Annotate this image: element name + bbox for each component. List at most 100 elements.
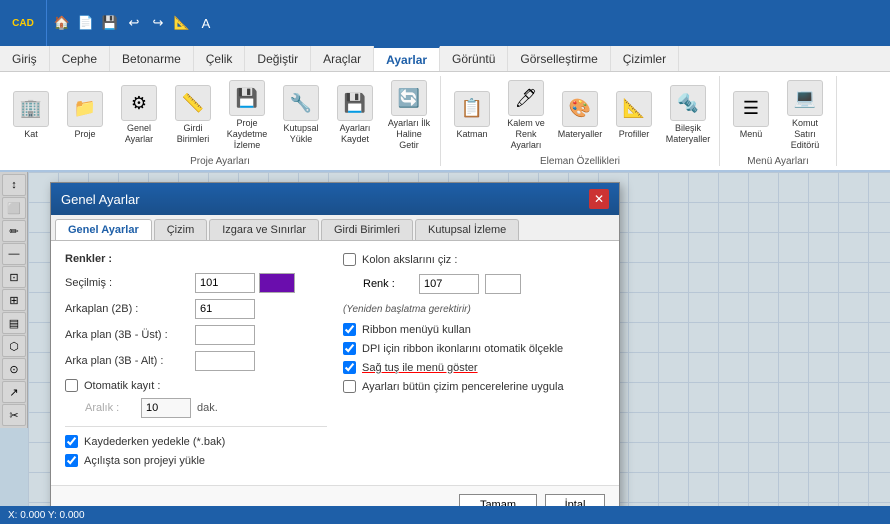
- tab-cephe[interactable]: Cephe: [50, 46, 110, 71]
- ilk-haline-getir-icon: 🔄: [391, 80, 427, 116]
- undo-icon[interactable]: ↩: [123, 12, 145, 34]
- ribbon-group-items: 🏢 Kat 📁 Proje ⚙ GenelAyarlar 📏 GirdiBiri…: [6, 78, 434, 152]
- ribbon-btn-kutupsal-yukle[interactable]: 🔧 KutupsalYükle: [276, 83, 326, 147]
- ayarlari-uygula-row: Ayarları bütün çizim pencerelerine uygul…: [343, 380, 605, 393]
- save-icon[interactable]: 💾: [99, 12, 121, 34]
- secilmis-color-box[interactable]: [259, 273, 295, 293]
- tab-araclar[interactable]: Araçlar: [311, 46, 374, 71]
- ribbon-btn-ayarlari-kaydet[interactable]: 💾 AyarlarıKaydet: [330, 83, 380, 147]
- dpi-ribbon-row: DPI için ribbon ikonlarını otomatik ölçe…: [343, 342, 605, 355]
- sag-tus-menu-checkbox[interactable]: [343, 361, 356, 374]
- kaydederken-yedekle-label: Kaydederken yedekle (*.bak): [84, 436, 225, 448]
- ribbon-btn-girdi-birimleri[interactable]: 📏 GirdiBirimleri: [168, 83, 218, 147]
- otomatik-kayit-label: Otomatik kayıt :: [84, 380, 160, 392]
- dialog-right-panel: Kolon akslarını çiz : Renk : (Yeniden ba…: [343, 253, 605, 473]
- kolon-row: Kolon akslarını çiz :: [343, 253, 605, 266]
- secilmis-row: Seçilmiş :: [65, 273, 327, 293]
- tab-cizimler[interactable]: Çizimler: [611, 46, 679, 71]
- arkaplan-2b-input[interactable]: [195, 299, 255, 319]
- kutupsal-yukle-label: KutupsalYükle: [283, 123, 318, 145]
- menu-ayarlari-group-label: Menü Ayarları: [747, 154, 809, 167]
- dialog-tab-cizim[interactable]: Çizim: [154, 219, 208, 240]
- ribbon-group-menu-ayarlari: ☰ Menü 💻 Komut SatırıEditörü Menü Ayarla…: [720, 76, 837, 166]
- kat-icon: 🏢: [13, 91, 49, 127]
- acilista-proje-label: Açılışta son projeyi yükle: [84, 455, 205, 467]
- acilista-proje-checkbox[interactable]: [65, 454, 78, 467]
- arkaplan-2b-row: Arkaplan (2B) :: [65, 299, 327, 319]
- home-icon[interactable]: 🏠: [51, 12, 73, 34]
- kat-label: Kat: [24, 129, 38, 140]
- kaydederken-yedekle-checkbox[interactable]: [65, 435, 78, 448]
- arkaplan-3b-ust-input[interactable]: [195, 325, 255, 345]
- eleman-ozellikleri-group-label: Eleman Özellikleri: [540, 154, 620, 167]
- coord-display: X: 0.000 Y: 0.000: [8, 510, 85, 521]
- tab-giris[interactable]: Giriş: [0, 46, 50, 71]
- dialog-tab-genel-ayarlar[interactable]: Genel Ayarlar: [55, 219, 152, 240]
- new-file-icon[interactable]: 📄: [75, 12, 97, 34]
- ribbon-btn-katman[interactable]: 📋 Katman: [447, 89, 497, 142]
- arkaplan-3b-alt-input[interactable]: [195, 351, 255, 371]
- redo-icon[interactable]: ↪: [147, 12, 169, 34]
- tab-degistir[interactable]: Değiştir: [245, 46, 311, 71]
- renk-color-box[interactable]: [485, 274, 521, 294]
- measure-icon[interactable]: 📐: [171, 12, 193, 34]
- ayarlari-kaydet-icon: 💾: [337, 85, 373, 121]
- dialog-tab-kutupsal-izleme[interactable]: Kutupsal İzleme: [415, 219, 519, 240]
- materyaller-icon: 🎨: [562, 91, 598, 127]
- profiller-icon: 📐: [616, 91, 652, 127]
- girdi-birimleri-icon: 📏: [175, 85, 211, 121]
- quick-access-toolbar: 🏠 📄 💾 ↩ ↪ 📐 A: [47, 12, 221, 34]
- dialog-tab-izgara[interactable]: Izgara ve Sınırlar: [209, 219, 319, 240]
- secilmis-input[interactable]: [195, 273, 255, 293]
- aralik-row: Aralık : dak.: [85, 398, 327, 418]
- ribbon-btn-komut-satiri[interactable]: 💻 Komut SatırıEditörü: [780, 78, 830, 152]
- tab-celik[interactable]: Çelik: [194, 46, 246, 71]
- arkaplan-2b-input-group: [195, 299, 255, 319]
- ribbon-btn-menu[interactable]: ☰ Menü: [726, 89, 776, 142]
- kalem-renk-label: Kalem veRenk Ayarları: [503, 118, 549, 150]
- ribbon-btn-profiller[interactable]: 📐 Profiller: [609, 89, 659, 142]
- tab-gorsellestime[interactable]: Görselleştirme: [508, 46, 610, 71]
- proje-icon: 📁: [67, 91, 103, 127]
- ribbon-btn-kalem-renk[interactable]: 🖊 Kalem veRenk Ayarları: [501, 78, 551, 152]
- dialog-titlebar: Genel Ayarlar ✕: [51, 183, 619, 215]
- tab-goruntu[interactable]: Görüntü: [440, 46, 508, 71]
- renk-input[interactable]: [419, 274, 479, 294]
- ribbon-btn-materyaller[interactable]: 🎨 Materyaller: [555, 89, 605, 142]
- coord-bar: X: 0.000 Y: 0.000: [0, 506, 890, 524]
- dialog-close-button[interactable]: ✕: [589, 189, 609, 209]
- tab-betonarme[interactable]: Betonarme: [110, 46, 194, 71]
- ribbon-btn-genel-ayarlar[interactable]: ⚙ GenelAyarlar: [114, 83, 164, 147]
- ribbon-btn-kat[interactable]: 🏢 Kat: [6, 89, 56, 142]
- kalem-renk-icon: 🖊: [508, 80, 544, 116]
- ribbon-menu-checkbox[interactable]: [343, 323, 356, 336]
- bilecik-materyaller-icon: 🔩: [670, 85, 706, 121]
- ribbon-btn-bilecik-materyaller[interactable]: 🔩 BileşikMateryaller: [663, 83, 713, 147]
- aralik-label: Aralık :: [85, 402, 135, 414]
- arkaplan-3b-alt-label: Arka plan (3B - Alt) :: [65, 355, 195, 367]
- eleman-group-items: 📋 Katman 🖊 Kalem veRenk Ayarları 🎨 Mater…: [447, 78, 713, 152]
- arkaplan-3b-alt-row: Arka plan (3B - Alt) :: [65, 351, 327, 371]
- ribbon-btn-proje-kaydetme[interactable]: 💾 Proje Kaydetmeİzleme: [222, 78, 272, 152]
- text-icon[interactable]: A: [195, 12, 217, 34]
- proje-kaydetme-icon: 💾: [229, 80, 265, 116]
- tab-ayarlar[interactable]: Ayarlar: [374, 46, 440, 71]
- ayarlari-uygula-label: Ayarları bütün çizim pencerelerine uygul…: [362, 381, 564, 393]
- dialog-tab-girdi-birimleri[interactable]: Girdi Birimleri: [321, 219, 413, 240]
- kutupsal-yukle-icon: 🔧: [283, 85, 319, 121]
- sag-tus-menu-row: Sağ tuş ile menü göster: [343, 361, 605, 374]
- otomatik-kayit-checkbox[interactable]: [65, 379, 78, 392]
- proje-kaydetme-label: Proje Kaydetmeİzleme: [224, 118, 270, 150]
- kolon-checkbox[interactable]: [343, 253, 356, 266]
- aralik-input[interactable]: [141, 398, 191, 418]
- ribbon-btn-proje[interactable]: 📁 Proje: [60, 89, 110, 142]
- ayarlari-uygula-checkbox[interactable]: [343, 380, 356, 393]
- arkaplan-3b-ust-row: Arka plan (3B - Üst) :: [65, 325, 327, 345]
- ribbon-btn-ilk-haline-getir[interactable]: 🔄 Ayarları İlkHaline Getir: [384, 78, 434, 152]
- dialog-title: Genel Ayarlar: [61, 192, 140, 207]
- dpi-ribbon-checkbox[interactable]: [343, 342, 356, 355]
- ribbon-content: 🏢 Kat 📁 Proje ⚙ GenelAyarlar 📏 GirdiBiri…: [0, 72, 890, 172]
- dialog-tabs: Genel Ayarlar Çizim Izgara ve Sınırlar G…: [51, 215, 619, 241]
- divider-1: [65, 426, 327, 427]
- profiller-label: Profiller: [619, 129, 650, 140]
